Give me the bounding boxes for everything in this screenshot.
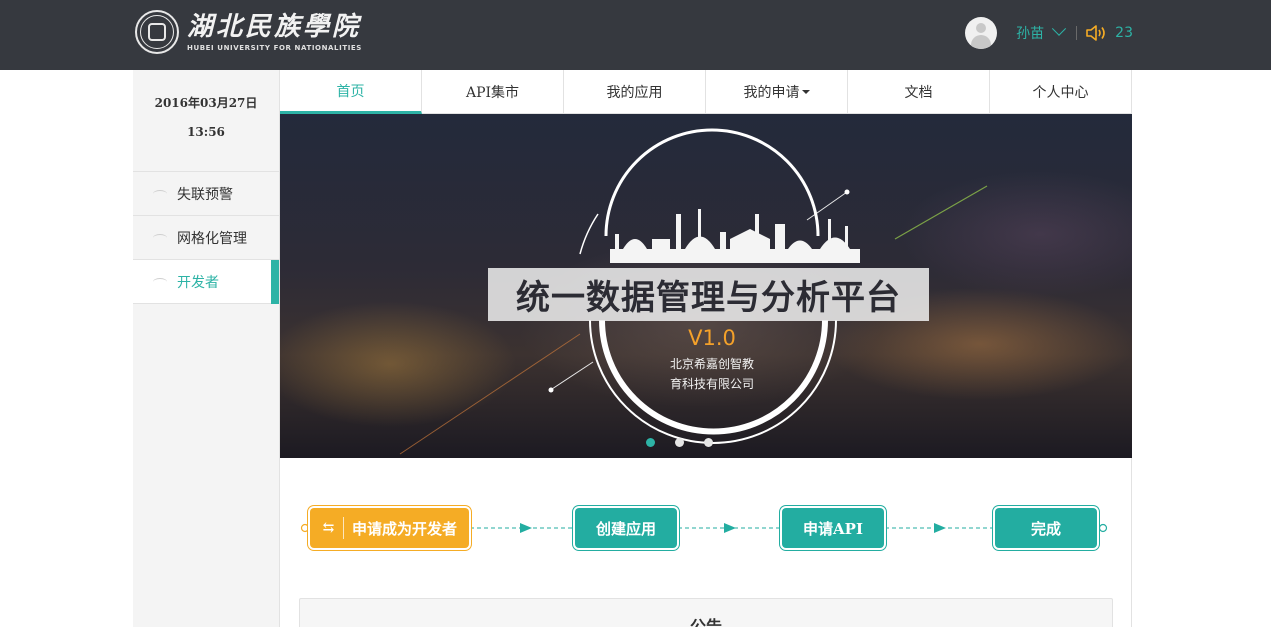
- company-line-1: 北京希嘉创智教: [669, 357, 754, 371]
- carousel-dot-3[interactable]: [704, 438, 713, 447]
- menu-icon: [153, 189, 167, 198]
- developer-steps: ⇆ 申请成为开发者 创建应用 申请API 完成: [280, 508, 1132, 548]
- chevron-down-icon[interactable]: [1052, 21, 1067, 36]
- company-line-2: 育科技有限公司: [669, 377, 754, 391]
- tab-label: 文档: [904, 85, 933, 101]
- step-become-developer[interactable]: ⇆ 申请成为开发者: [310, 508, 469, 548]
- sidebar-item-developer[interactable]: 开发者: [133, 260, 279, 304]
- university-logo[interactable]: 湖北民族學院 HUBEI UNIVERSITY FOR NATIONALITIE…: [135, 10, 362, 54]
- logo-chinese-name: 湖北民族學院: [187, 12, 362, 42]
- step-label: 创建应用: [595, 519, 656, 538]
- user-area: 孙苗 23: [965, 17, 1133, 49]
- tab-home[interactable]: 首页: [280, 70, 422, 114]
- sidebar-item-lost-contact-warning[interactable]: 失联预警: [133, 172, 279, 216]
- banner-company: 北京希嘉创智教 育科技有限公司: [660, 354, 764, 394]
- tab-my-applications[interactable]: 我的申请: [706, 70, 848, 114]
- sidebar-item-label: 开发者: [177, 274, 219, 291]
- sidebar-item-label: 网格化管理: [177, 230, 247, 247]
- banner-carousel[interactable]: 统一数据管理与分析平台 V1.0 北京希嘉创智教 育科技有限公司: [280, 114, 1132, 458]
- tab-label: 我的申请: [743, 85, 800, 101]
- menu-icon: [153, 277, 167, 286]
- user-name[interactable]: 孙苗: [1016, 23, 1044, 43]
- top-header: 湖北民族學院 HUBEI UNIVERSITY FOR NATIONALITIE…: [0, 0, 1271, 70]
- carousel-dot-1[interactable]: [646, 438, 655, 447]
- tab-label: 我的应用: [606, 85, 663, 101]
- caret-down-icon: [801, 90, 810, 94]
- logo-english-name: HUBEI UNIVERSITY FOR NATIONALITIES: [187, 44, 362, 52]
- speaker-icon[interactable]: [1085, 23, 1107, 43]
- current-time: 13:56: [187, 125, 225, 139]
- banner-title: 统一数据管理与分析平台: [488, 268, 929, 321]
- date-time-panel: 2016年03月27日 13:56: [133, 70, 279, 172]
- menu-icon: [153, 233, 167, 242]
- university-seal-icon: [135, 10, 179, 54]
- tab-personal-center[interactable]: 个人中心: [990, 70, 1131, 114]
- step-label: 完成: [1030, 519, 1061, 538]
- sidebar-item-grid-management[interactable]: 网格化管理: [133, 216, 279, 260]
- current-date: 2016年03月27日: [154, 96, 258, 110]
- swap-icon: ⇆: [322, 517, 344, 539]
- step-label: 申请成为开发者: [351, 519, 457, 538]
- tab-my-apps[interactable]: 我的应用: [564, 70, 706, 114]
- step-complete[interactable]: 完成: [995, 508, 1097, 548]
- step-label: 申请API: [803, 519, 863, 538]
- carousel-dot-2[interactable]: [675, 438, 684, 447]
- sidebar: 2016年03月27日 13:56 失联预警 网格化管理 开发者: [133, 70, 280, 627]
- tab-label: API集市: [465, 85, 520, 101]
- step-apply-api[interactable]: 申请API: [782, 508, 884, 548]
- avatar[interactable]: [965, 17, 998, 49]
- notice-title: 公告: [689, 617, 722, 627]
- notification-count[interactable]: 23: [1115, 25, 1133, 41]
- tab-bar: 首页 API集市 我的应用 我的申请 文档 个人中心: [280, 70, 1131, 114]
- banner-version: V1.0: [688, 326, 736, 350]
- header-divider: [1076, 26, 1078, 40]
- tab-label: 首页: [336, 83, 365, 100]
- tab-api-market[interactable]: API集市: [422, 70, 564, 114]
- sidebar-item-label: 失联预警: [177, 186, 233, 203]
- notice-panel: 公告: [299, 598, 1113, 627]
- main-content: 首页 API集市 我的应用 我的申请 文档 个人中心 统一数据管理与分析平台 V…: [280, 70, 1132, 627]
- tab-label: 个人中心: [1032, 85, 1089, 101]
- step-create-app[interactable]: 创建应用: [575, 508, 677, 548]
- tab-docs[interactable]: 文档: [848, 70, 990, 114]
